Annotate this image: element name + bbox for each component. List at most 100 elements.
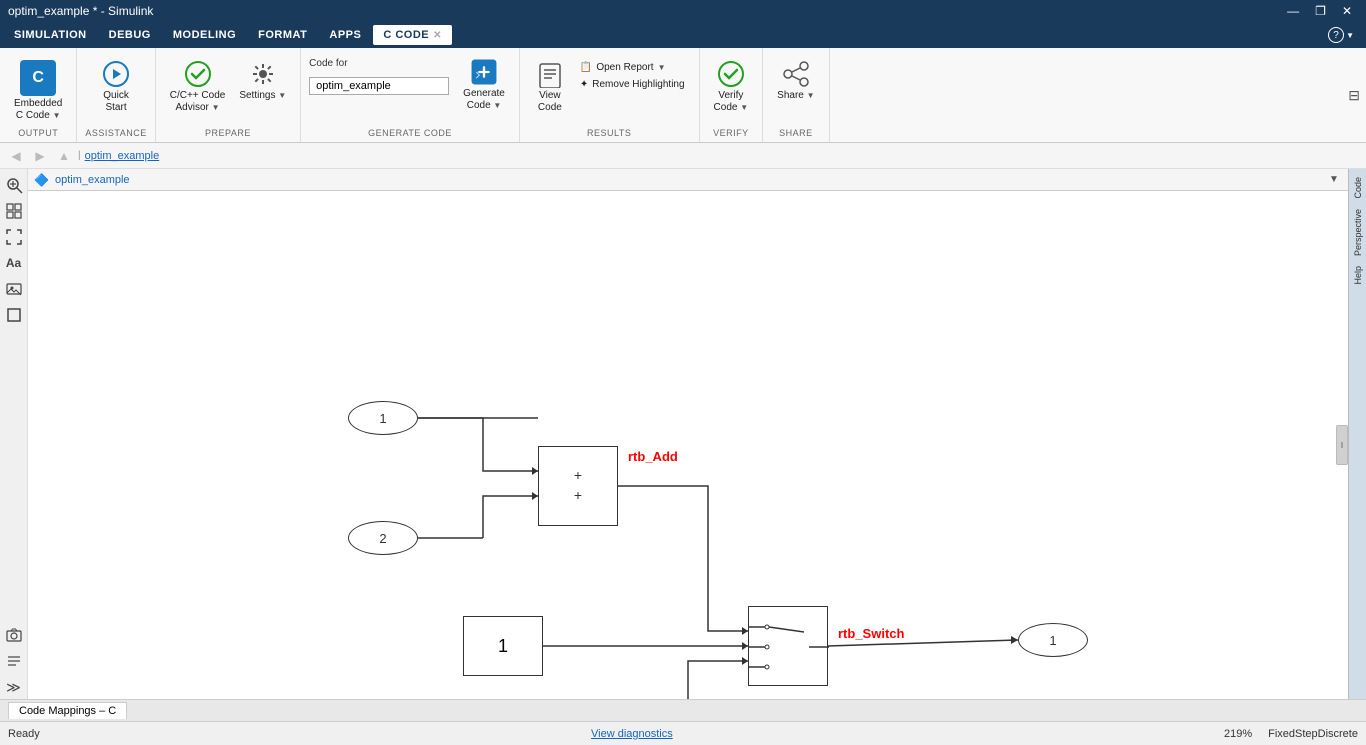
block-const1[interactable]: 1 [348, 401, 418, 435]
prepare-buttons: C/C++ CodeAdvisor ▼ Settings ▼ [164, 52, 292, 126]
block-switch[interactable] [748, 606, 828, 686]
maximize-btn[interactable]: ❐ [1309, 4, 1332, 18]
far-right-help-tab[interactable]: Help [1352, 262, 1364, 289]
generate-code-label: GenerateCode ▼ [463, 88, 505, 112]
generate-code-btn[interactable]: GenerateCode ▼ [457, 56, 511, 116]
verify-code-btn[interactable]: VerifyCode ▼ [708, 56, 755, 118]
remove-highlighting-label: Remove Highlighting [592, 79, 684, 90]
status-ready: Ready [8, 728, 40, 740]
ribbon-expand-btn[interactable]: ⊟ [1348, 87, 1360, 104]
cc-advisor-icon [184, 60, 212, 88]
assistance-buttons: QuickStart [94, 52, 138, 126]
canvas-area[interactable]: 1 2 ++ 1 [28, 191, 1348, 699]
assistance-label: ASSISTANCE [85, 126, 146, 138]
forward-btn[interactable]: ▶ [30, 146, 50, 166]
block-add[interactable]: ++ [538, 446, 618, 526]
main-area: Aa ≫ 🔷 optim_example ▼ [0, 169, 1366, 699]
share-btn[interactable]: Share ▼ [771, 56, 820, 106]
cc-advisor-btn[interactable]: C/C++ CodeAdvisor ▼ [164, 56, 232, 118]
open-report-btn[interactable]: 📋 Open Report ▼ [574, 60, 691, 75]
signal-rtb-add: rtb_Add [628, 449, 678, 464]
breadcrumb-separator: | [78, 150, 81, 161]
far-right-code-tab[interactable]: Code [1352, 173, 1364, 203]
menu-simulation[interactable]: SIMULATION [4, 25, 97, 45]
ribbon-group-results: ViewCode 📋 Open Report ▼ ✦ Remove Highli… [520, 48, 700, 142]
ribbon-group-output: C EmbeddedC Code ▼ OUTPUT [0, 48, 77, 142]
output-buttons: C EmbeddedC Code ▼ [8, 52, 68, 126]
canvas-svg [28, 191, 1348, 699]
output-label: OUTPUT [18, 126, 58, 138]
list-icon[interactable] [2, 649, 26, 673]
open-report-icon: 📋 [580, 62, 592, 73]
left-sidebar: Aa ≫ [0, 169, 28, 699]
breadcrumb-bar: ◀ ▶ ▲ | optim_example [0, 143, 1366, 169]
share-group-label: SHARE [779, 126, 813, 138]
results-label: RESULTS [587, 126, 631, 138]
generate-code-icon [470, 58, 498, 86]
help-dropdown: ▼ [1346, 31, 1354, 40]
up-btn[interactable]: ▲ [54, 146, 74, 166]
view-code-label: ViewCode [538, 90, 562, 114]
model-title-dropdown[interactable]: ▼ [1326, 172, 1342, 188]
block-out1[interactable]: 1 [1018, 623, 1088, 657]
quick-start-icon [102, 60, 130, 88]
status-right: 219% FixedStepDiscrete [1224, 728, 1358, 740]
title-bar-title: optim_example * - Simulink [8, 4, 153, 18]
ribbon: C EmbeddedC Code ▼ OUTPUT QuickStart ASS… [0, 48, 1366, 143]
camera-icon[interactable] [2, 623, 26, 647]
verify-code-icon [717, 60, 745, 88]
view-code-btn[interactable]: ViewCode [528, 56, 572, 118]
breadcrumb-model[interactable]: optim_example [85, 150, 160, 162]
ribbon-group-prepare: C/C++ CodeAdvisor ▼ Settings ▼ PREPARE [156, 48, 301, 142]
fit-icon[interactable] [2, 225, 26, 249]
cc-advisor-label: C/C++ CodeAdvisor ▼ [170, 90, 226, 114]
menu-debug[interactable]: DEBUG [99, 25, 161, 45]
menu-ccode[interactable]: C CODE ✕ [373, 25, 452, 45]
share-label: Share ▼ [777, 90, 814, 102]
menu-bar: SIMULATION DEBUG MODELING FORMAT APPS C … [0, 22, 1366, 48]
minimize-btn[interactable]: — [1281, 4, 1305, 18]
grid-icon[interactable] [2, 199, 26, 223]
quick-start-btn[interactable]: QuickStart [94, 56, 138, 118]
far-right-perspective-tab[interactable]: Perspective [1352, 205, 1364, 260]
status-bar: Ready View diagnostics 219% FixedStepDis… [0, 721, 1366, 745]
code-for-input[interactable] [309, 77, 449, 95]
help-btn[interactable]: ? ▼ [1320, 23, 1362, 47]
menu-apps[interactable]: APPS [319, 25, 371, 45]
close-btn[interactable]: ✕ [1336, 4, 1358, 18]
rect-icon[interactable] [2, 303, 26, 327]
menu-format[interactable]: FORMAT [248, 25, 317, 45]
open-report-dropdown: ▼ [658, 63, 666, 72]
view-diagnostics-link[interactable]: View diagnostics [591, 728, 673, 740]
canvas-container: 🔷 optim_example ▼ [28, 169, 1348, 699]
block-const1b[interactable]: 1 [463, 616, 543, 676]
share-buttons: Share ▼ [771, 52, 820, 126]
model-icon: 🔷 [34, 173, 49, 187]
menu-modeling[interactable]: MODELING [163, 25, 246, 45]
far-right-tabs: Code Perspective Help [1348, 169, 1366, 699]
open-report-label: Open Report [596, 62, 653, 73]
back-btn[interactable]: ◀ [6, 146, 26, 166]
title-bar-controls: — ❐ ✕ [1281, 4, 1358, 18]
expand-icon[interactable]: ≫ [2, 675, 26, 699]
zoom-fit-icon[interactable] [2, 173, 26, 197]
prepare-label: PREPARE [205, 126, 251, 138]
settings-btn[interactable]: Settings ▼ [233, 56, 292, 106]
signal-rtb-switch: rtb_Switch [838, 626, 904, 641]
code-for-label: Code for [309, 58, 449, 69]
remove-highlighting-btn[interactable]: ✦ Remove Highlighting [574, 77, 691, 92]
model-name[interactable]: optim_example [55, 174, 130, 186]
code-mappings-bar: Code Mappings – C [0, 699, 1366, 721]
ribbon-group-generate: Code for GenerateCode ▼ GENERATE CODE [301, 48, 520, 142]
block-const2[interactable]: 2 [348, 521, 418, 555]
results-buttons: ViewCode 📋 Open Report ▼ ✦ Remove Highli… [528, 52, 691, 126]
image-icon[interactable] [2, 277, 26, 301]
verify-buttons: VerifyCode ▼ [708, 52, 755, 126]
model-title-bar: 🔷 optim_example ▼ [28, 169, 1348, 191]
right-panel-handle[interactable]: ‖ [1336, 425, 1348, 465]
text-icon[interactable]: Aa [2, 251, 26, 275]
embedded-ccode-btn[interactable]: C EmbeddedC Code ▼ [8, 56, 68, 126]
status-left: Ready [8, 728, 40, 740]
ccode-tab-close[interactable]: ✕ [433, 30, 442, 41]
code-mappings-tab[interactable]: Code Mappings – C [8, 702, 127, 719]
